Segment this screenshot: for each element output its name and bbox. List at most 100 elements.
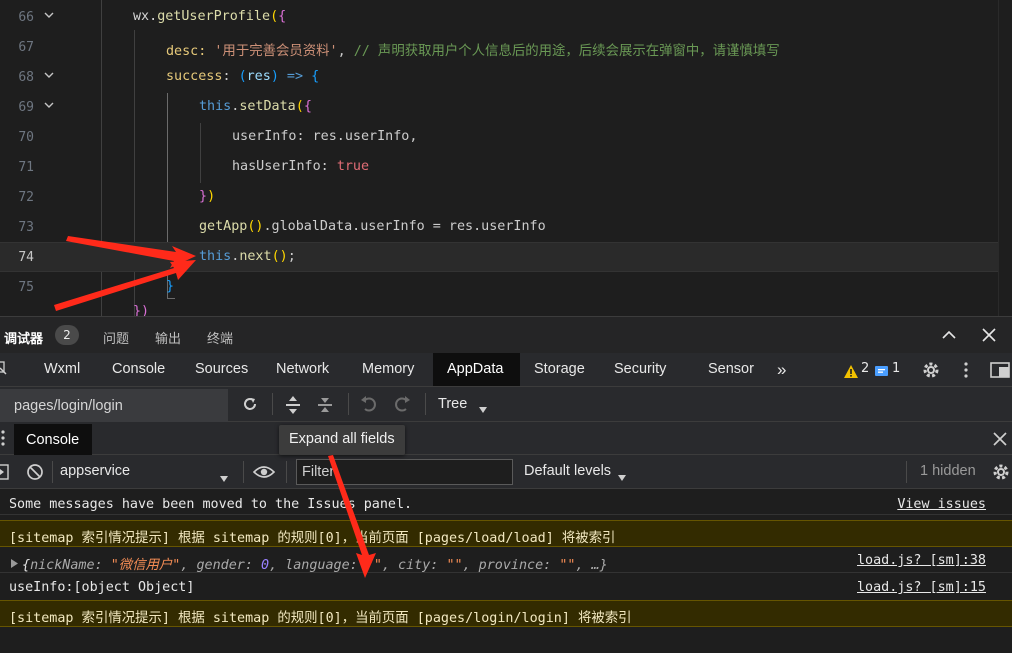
code-line[interactable]: 67 desc: '用于完善会员资料', // 声明获取用户个人信息后的用途，后… xyxy=(0,33,998,63)
chevron-up-icon[interactable] xyxy=(940,326,960,346)
tab-security[interactable]: Security xyxy=(614,353,666,386)
settings-gear-icon[interactable] xyxy=(921,360,941,380)
line-number: 71 xyxy=(18,160,34,175)
sidebar-toggle-icon[interactable] xyxy=(0,464,10,480)
code-text: }) xyxy=(133,304,150,316)
tab-appdata[interactable]: AppData xyxy=(433,353,520,386)
toolbar-divider xyxy=(425,393,426,415)
warning-icon[interactable] xyxy=(844,363,858,378)
source-link[interactable]: load.js? [sm]:15 xyxy=(857,580,986,595)
tab-sensor[interactable]: Sensor xyxy=(708,353,754,386)
tab-output[interactable]: 输出 xyxy=(155,328,181,347)
toolbar-divider xyxy=(348,393,349,415)
toolbar-divider xyxy=(52,461,53,483)
code-line[interactable]: 70 userInfo: res.userInfo, xyxy=(0,123,998,153)
code-text: }) xyxy=(199,189,216,204)
code-text: userInfo: res.userInfo, xyxy=(232,129,418,144)
console-messages: Some messages have been moved to the Iss… xyxy=(0,489,1012,653)
tab-storage[interactable]: Storage xyxy=(534,353,585,386)
dropdown-caret-icon[interactable] xyxy=(219,468,229,487)
line-number: 73 xyxy=(18,220,34,235)
inspect-element-icon[interactable] xyxy=(0,361,8,377)
expand-triangle-icon[interactable] xyxy=(11,557,18,572)
tab-sources[interactable]: Sources xyxy=(195,353,248,386)
console-message: Some messages have been moved to the Iss… xyxy=(0,489,1012,515)
tab-console-drawer[interactable]: Console xyxy=(14,424,92,455)
toolbar-divider xyxy=(906,461,907,483)
toolbar-divider xyxy=(272,393,273,415)
fold-chevron-icon[interactable] xyxy=(43,9,55,21)
clear-console-icon[interactable] xyxy=(26,463,44,481)
info-message-icon[interactable] xyxy=(875,363,888,376)
tooltip: Expand all fields xyxy=(279,425,405,455)
hidden-messages-count: 1 hidden xyxy=(920,463,976,479)
view-issues-link[interactable]: View issues xyxy=(897,497,986,512)
line-number: 70 xyxy=(18,130,34,145)
tab-debugger[interactable]: 调试器 xyxy=(4,328,43,347)
code-text: wx.getUserProfile({ xyxy=(133,9,287,24)
line-number: 74 xyxy=(18,250,34,265)
editor-scrollbar[interactable] xyxy=(998,0,1012,316)
code-text: hasUserInfo: true xyxy=(232,159,370,174)
code-text: getApp().globalData.userInfo = res.userI… xyxy=(199,219,546,234)
toolbar-divider xyxy=(243,461,244,483)
fold-chevron-icon[interactable] xyxy=(43,99,55,111)
view-mode-select[interactable]: Tree xyxy=(438,396,467,412)
panel-tabs: Wxml Console Sources Network Memory AppD… xyxy=(0,353,1012,387)
line-number: 67 xyxy=(18,40,34,55)
code-editor[interactable]: 66 wx.getUserProfile({ 67 desc: '用于完善会员资… xyxy=(0,0,1012,316)
code-line[interactable]: 72 }) xyxy=(0,183,998,213)
close-icon[interactable] xyxy=(980,326,1000,346)
code-line[interactable]: 75 } xyxy=(0,273,998,303)
live-expression-eye-icon[interactable] xyxy=(252,464,276,480)
code-text: } xyxy=(166,279,175,294)
tab-terminal[interactable]: 终端 xyxy=(207,328,233,347)
undo-icon[interactable] xyxy=(360,395,380,415)
console-settings-gear-icon[interactable] xyxy=(991,462,1011,482)
toolbar-divider xyxy=(286,461,287,483)
filter-input[interactable] xyxy=(296,459,513,485)
code-line[interactable]: 69 this.setData({ xyxy=(0,93,998,123)
line-number: 72 xyxy=(18,190,34,205)
code-text: this.next(); xyxy=(199,249,296,264)
page-path-selector[interactable]: pages/login/login xyxy=(0,389,228,422)
line-number: 68 xyxy=(18,70,34,85)
more-tabs-icon[interactable]: » xyxy=(777,353,786,386)
expand-all-icon[interactable] xyxy=(284,395,304,415)
source-link[interactable]: load.js? [sm]:38 xyxy=(857,553,986,568)
code-line[interactable]: 68 success: (res) => { xyxy=(0,63,998,93)
redo-icon[interactable] xyxy=(393,395,413,415)
code-line[interactable]: 66 wx.getUserProfile({ xyxy=(0,3,998,33)
fold-chevron-icon[interactable] xyxy=(43,69,55,81)
tab-problems[interactable]: 问题 xyxy=(103,328,129,347)
tab-network[interactable]: Network xyxy=(276,353,329,386)
console-warning-message: [sitemap 索引情况提示] 根据 sitemap 的规则[0]，当前页面 … xyxy=(0,600,1012,627)
more-options-icon[interactable] xyxy=(963,361,969,379)
info-count: 1 xyxy=(892,361,901,376)
collapse-all-icon[interactable] xyxy=(316,395,336,415)
appdata-toolbar: pages/login/login Tree xyxy=(0,387,1012,422)
warning-count: 2 xyxy=(861,361,870,376)
dock-side-icon[interactable] xyxy=(990,361,1012,379)
debugger-count-badge: 2 xyxy=(55,325,79,345)
code-line[interactable]: 73 getApp().globalData.userInfo = res.us… xyxy=(0,213,998,243)
drawer-menu-icon[interactable] xyxy=(0,429,10,447)
tab-wxml[interactable]: Wxml xyxy=(44,353,80,386)
code-line[interactable]: }) xyxy=(0,302,998,316)
code-line-current[interactable]: 74 this.next(); xyxy=(0,242,998,272)
tab-memory[interactable]: Memory xyxy=(362,353,414,386)
dropdown-caret-icon[interactable] xyxy=(617,467,627,486)
devtools-panel: 调试器 2 问题 输出 终端 Wxml Console Sources Netw… xyxy=(0,316,1012,653)
line-number: 69 xyxy=(18,100,34,115)
refresh-icon[interactable] xyxy=(241,395,261,415)
line-number: 75 xyxy=(18,280,34,295)
object-preview[interactable]: {nickName: "微信用户", gender: 0, language: … xyxy=(22,553,608,573)
dropdown-caret-icon[interactable] xyxy=(478,399,488,418)
log-levels-select[interactable]: Default levels xyxy=(524,463,611,479)
context-select[interactable]: appservice xyxy=(60,463,236,479)
close-drawer-icon[interactable] xyxy=(992,431,1008,447)
tab-console[interactable]: Console xyxy=(112,353,165,386)
devtools-topbar: 调试器 2 问题 输出 终端 xyxy=(0,316,1012,353)
console-object-message[interactable]: {nickName: "微信用户", gender: 0, language: … xyxy=(0,547,1012,573)
code-line[interactable]: 71 hasUserInfo: true xyxy=(0,153,998,183)
